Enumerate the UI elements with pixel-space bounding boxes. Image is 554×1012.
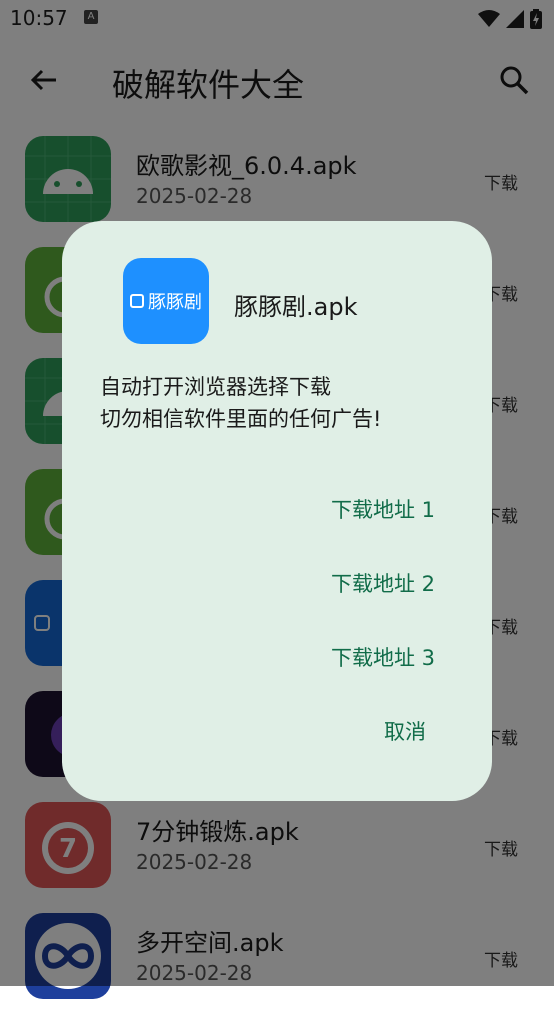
download-link-1-button[interactable]: 下载地址 1 xyxy=(331,494,435,524)
app-icon-text: 豚豚剧 xyxy=(148,292,202,313)
app-icon: 豚豚剧 xyxy=(123,258,209,344)
dialog-message: 自动打开浏览器选择下载 切勿相信软件里面的任何广告! xyxy=(100,371,381,435)
download-link-2-button[interactable]: 下载地址 2 xyxy=(331,568,435,598)
square-icon xyxy=(130,294,144,308)
message-line-1: 自动打开浏览器选择下载 xyxy=(100,375,331,399)
download-dialog: 豚豚剧 豚豚剧.apk 自动打开浏览器选择下载 切勿相信软件里面的任何广告! 下… xyxy=(62,221,492,801)
dialog-app-name: 豚豚剧.apk xyxy=(234,293,358,321)
message-line-2: 切勿相信软件里面的任何广告! xyxy=(100,407,382,431)
download-link-3-button[interactable]: 下载地址 3 xyxy=(331,642,435,672)
cancel-button[interactable]: 取消 xyxy=(384,716,426,746)
